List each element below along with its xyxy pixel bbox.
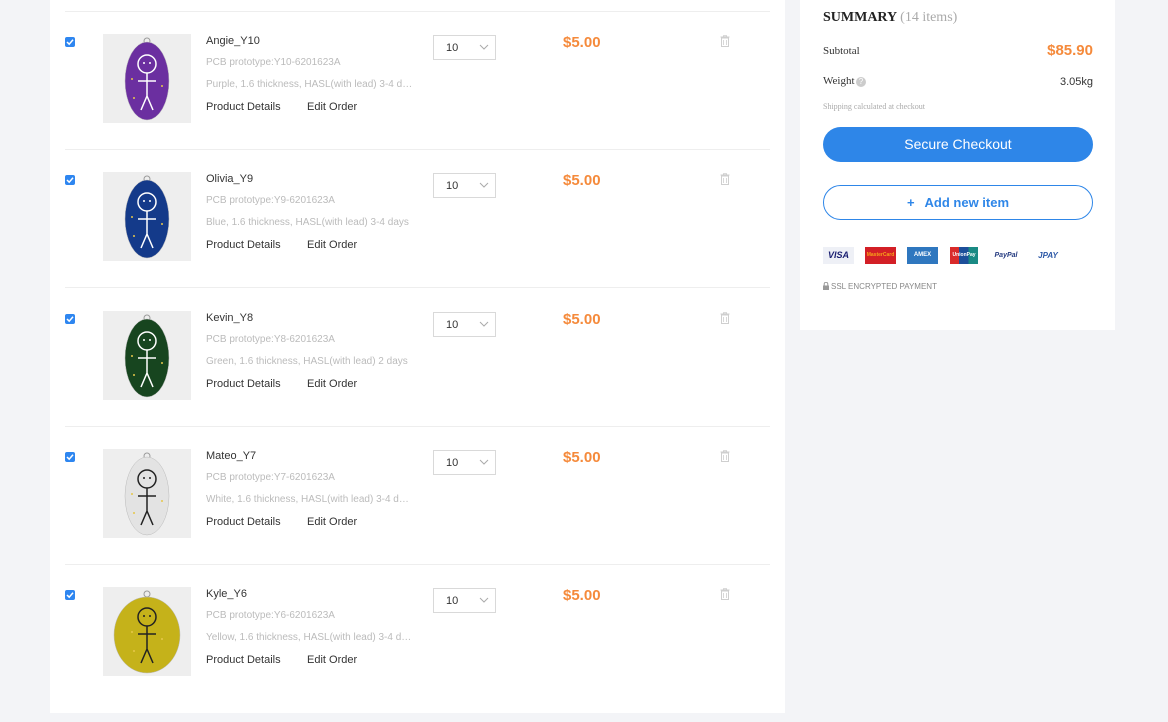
product-sku: PCB prototype:Y9-6201623A <box>206 195 335 207</box>
check-icon <box>66 177 74 184</box>
add-new-item-button[interactable]: + Add new item <box>823 185 1093 220</box>
quantity-value: 10 <box>446 595 459 607</box>
subtotal-value: $85.90 <box>1047 42 1093 59</box>
product-thumbnail[interactable] <box>103 34 191 123</box>
plus-icon: + <box>906 195 915 210</box>
cart-item-row: Kyle_Y6 PCB prototype:Y6-6201623A Yellow… <box>50 565 785 703</box>
product-spec: Yellow, 1.6 thickness, HASL(with lead) 3… <box>206 632 414 643</box>
item-price: $5.00 <box>563 172 601 190</box>
add-new-item-label: Add new item <box>924 195 1010 210</box>
trash-icon[interactable] <box>720 34 730 52</box>
product-details-link[interactable]: Product Details <box>206 378 281 390</box>
cart-item-row: Mateo_Y7 PCB prototype:Y7-6201623A White… <box>50 427 785 565</box>
cart-item-row: Angie_Y10 PCB prototype:Y10-6201623A Pur… <box>50 12 785 150</box>
edit-order-link[interactable]: Edit Order <box>307 101 357 113</box>
keychain-pcb-image <box>113 590 181 674</box>
product-thumbnail[interactable] <box>103 448 191 538</box>
unionpay-logo: UnionPay <box>950 247 978 264</box>
secure-checkout-button[interactable]: Secure Checkout <box>823 127 1093 162</box>
edit-order-link[interactable]: Edit Order <box>307 239 357 251</box>
product-spec: Blue, 1.6 thickness, HASL(with lead) 3-4… <box>206 217 409 229</box>
amex-logo: AMEX <box>907 247 938 264</box>
chevron-down-icon <box>479 459 489 465</box>
product-name[interactable]: Kevin_Y8 <box>206 312 253 324</box>
chevron-down-icon <box>479 182 489 188</box>
product-details-link[interactable]: Product Details <box>206 654 281 666</box>
check-icon <box>66 315 74 322</box>
product-thumbnail[interactable] <box>103 172 191 262</box>
product-details-link[interactable]: Product Details <box>206 101 281 113</box>
edit-order-link[interactable]: Edit Order <box>307 654 357 666</box>
help-icon[interactable]: ? <box>856 77 866 87</box>
mastercard-logo: MasterCard <box>865 247 896 264</box>
item-price: $5.00 <box>563 587 601 604</box>
keychain-pcb-image <box>124 314 170 397</box>
product-name[interactable]: Kyle_Y6 <box>206 588 247 600</box>
edit-order-link[interactable]: Edit Order <box>307 378 357 390</box>
weight-value: 3.05kg <box>1059 76 1093 88</box>
edit-order-link[interactable]: Edit Order <box>307 516 357 528</box>
item-price: $5.00 <box>563 34 601 51</box>
item-checkbox[interactable] <box>65 313 75 324</box>
product-name[interactable]: Angie_Y10 <box>206 35 260 47</box>
product-name[interactable]: Mateo_Y7 <box>206 450 256 462</box>
item-checkbox[interactable] <box>65 451 75 462</box>
item-checkbox[interactable] <box>65 175 75 186</box>
subtotal-label: Subtotal <box>823 45 860 57</box>
quantity-select[interactable]: 10 <box>433 449 496 475</box>
order-summary: SUMMARY (14 items) Subtotal $85.90 Weigh… <box>800 0 1115 330</box>
product-thumbnail[interactable] <box>103 310 191 400</box>
cart-item-row: Kevin_Y8 PCB prototype:Y8-6201623A Green… <box>50 289 785 427</box>
trash-icon[interactable] <box>720 449 730 467</box>
item-count: (14 items) <box>900 10 958 25</box>
jpay-logo: JPAY <box>1038 251 1058 260</box>
product-spec: Purple, 1.6 thickness, HASL(with lead) 3… <box>206 79 414 90</box>
item-price: $5.00 <box>563 310 601 328</box>
product-details-link[interactable]: Product Details <box>206 516 281 528</box>
product-sku: PCB prototype:Y6-6201623A <box>206 610 335 621</box>
product-details-link[interactable]: Product Details <box>206 239 281 251</box>
quantity-select[interactable]: 10 <box>433 35 496 60</box>
weight-label: Weight <box>823 75 855 87</box>
quantity-select[interactable]: 10 <box>433 588 496 613</box>
product-sku: PCB prototype:Y8-6201623A <box>206 333 335 345</box>
quantity-select[interactable]: 10 <box>433 173 496 199</box>
chevron-down-icon <box>479 321 489 327</box>
product-thumbnail[interactable] <box>103 587 191 676</box>
cart-item-row: Olivia_Y9 PCB prototype:Y9-6201623A Blue… <box>50 150 785 289</box>
quantity-value: 10 <box>446 42 459 54</box>
quantity-select[interactable]: 10 <box>433 311 496 337</box>
quantity-value: 10 <box>446 456 459 469</box>
chevron-down-icon <box>479 597 489 603</box>
item-checkbox[interactable] <box>65 590 75 600</box>
cart-panel: Angie_Y10 PCB prototype:Y10-6201623A Pur… <box>50 0 785 713</box>
product-sku: PCB prototype:Y7-6201623A <box>206 471 335 483</box>
paypal-logo: PayPal <box>994 252 1018 259</box>
keychain-pcb-image <box>124 175 170 259</box>
trash-icon[interactable] <box>720 172 730 190</box>
lock-icon <box>823 281 829 290</box>
summary-title: SUMMARY (14 items) <box>823 10 958 25</box>
trash-icon[interactable] <box>720 311 730 329</box>
keychain-pcb-image <box>124 37 170 121</box>
item-price: $5.00 <box>563 448 601 466</box>
trash-icon[interactable] <box>720 587 730 605</box>
item-checkbox[interactable] <box>65 37 75 47</box>
product-name[interactable]: Olivia_Y9 <box>206 173 253 185</box>
check-icon <box>66 39 74 46</box>
ssl-label: SSL ENCRYPTED PAYMENT <box>831 282 937 291</box>
keychain-pcb-image <box>124 452 170 535</box>
shipping-note: Shipping calculated at checkout <box>823 102 925 111</box>
check-icon <box>66 454 74 461</box>
check-icon <box>66 592 74 599</box>
chevron-down-icon <box>479 44 489 50</box>
product-spec: Green, 1.6 thickness, HASL(with lead) 2 … <box>206 355 408 367</box>
product-spec: White, 1.6 thickness, HASL(with lead) 3-… <box>206 493 414 505</box>
product-sku: PCB prototype:Y10-6201623A <box>206 57 341 68</box>
visa-logo: VISA <box>823 247 854 264</box>
quantity-value: 10 <box>446 180 459 193</box>
quantity-value: 10 <box>446 318 459 331</box>
ssl-note: SSL ENCRYPTED PAYMENT <box>823 281 937 291</box>
